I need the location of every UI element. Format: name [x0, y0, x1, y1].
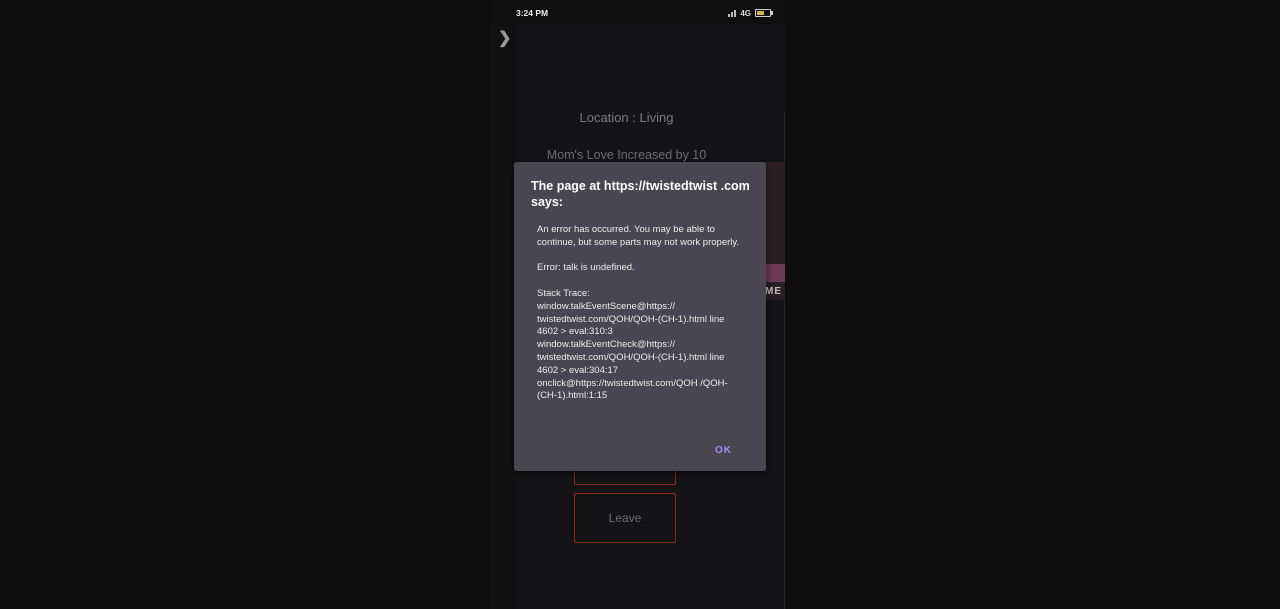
network-label: 4G: [740, 8, 751, 18]
ok-button[interactable]: OK: [715, 445, 732, 456]
scene-image-text: ME: [765, 286, 782, 297]
battery-fill: [757, 11, 764, 15]
signal-icon: [728, 9, 737, 17]
status-icons: 4G: [728, 8, 773, 18]
status-bar: 3:24 PM 4G: [491, 0, 785, 24]
alert-dialog: The page at https://twistedtwist .com sa…: [514, 162, 766, 471]
love-notification: Mom's Love Increased by 10: [546, 148, 707, 162]
status-time: 3:24 PM: [516, 8, 549, 18]
scene-image-detail: [765, 264, 785, 282]
dialog-title: The page at https://twistedtwist .com sa…: [531, 179, 750, 209]
chevron-right-icon[interactable]: ❯: [498, 28, 511, 48]
scene-image: ME: [765, 162, 785, 300]
battery-icon: [755, 9, 773, 17]
dialog-message: An error has occurred. You may be able t…: [537, 224, 740, 402]
leave-button[interactable]: Leave: [574, 493, 676, 543]
location-label: Location : Living: [579, 110, 674, 125]
